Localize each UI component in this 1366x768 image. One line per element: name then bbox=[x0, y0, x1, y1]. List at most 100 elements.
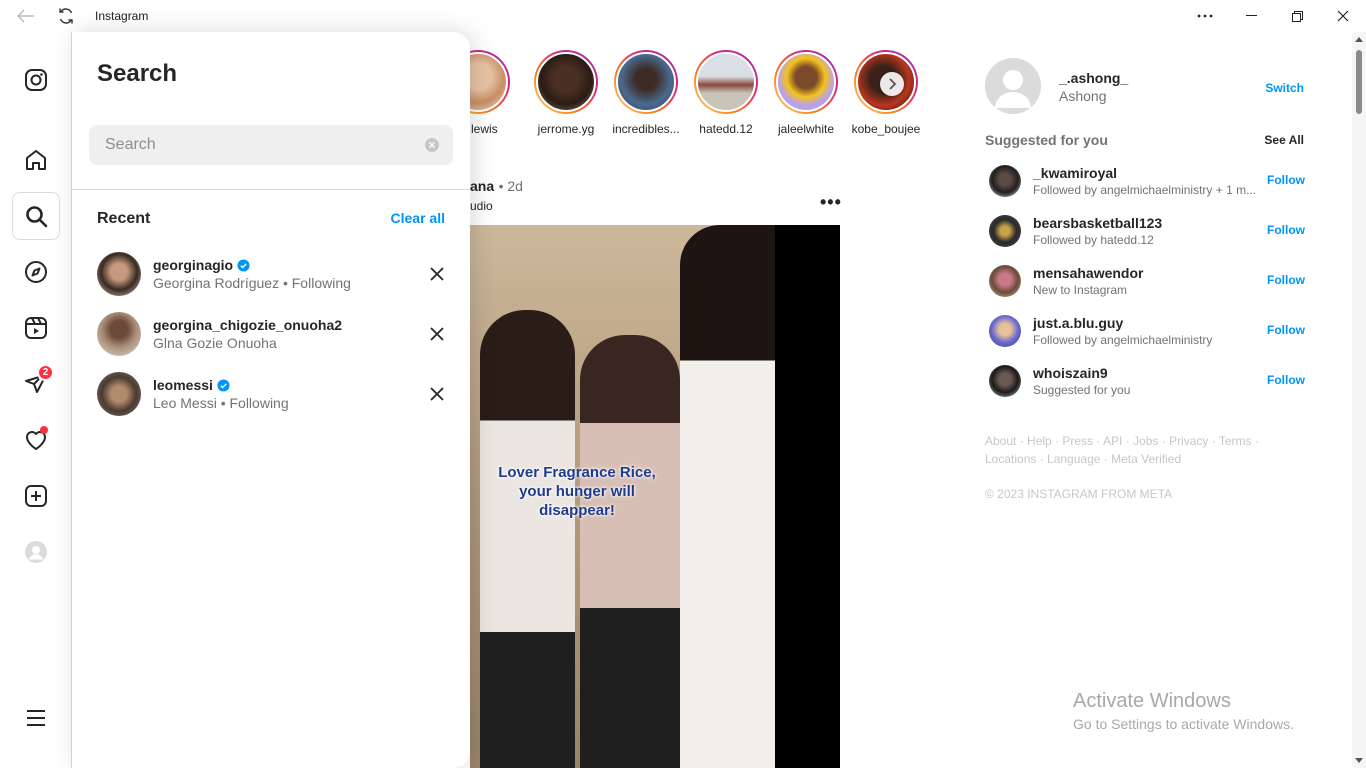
search-panel-title: Search bbox=[97, 60, 178, 87]
nav-reels[interactable] bbox=[12, 304, 60, 352]
recent-subtitle: Glna Gozie Onuoha bbox=[153, 335, 277, 351]
footer-links[interactable]: About · Help · Press · API · Jobs · Priv… bbox=[985, 432, 1305, 468]
story-item[interactable]: jaleelwhite bbox=[768, 50, 844, 136]
suggestion-subtitle: Followed by angelmichaelministry + 1 m..… bbox=[1033, 183, 1257, 197]
instagram-logo-icon bbox=[25, 69, 47, 91]
instagram-logo-button[interactable] bbox=[12, 56, 60, 104]
nav-home[interactable] bbox=[12, 136, 60, 184]
switch-account-button[interactable]: Switch bbox=[1265, 81, 1304, 95]
follow-button[interactable]: Follow bbox=[1267, 273, 1305, 287]
restore-button[interactable] bbox=[1274, 0, 1320, 32]
nav-more[interactable] bbox=[12, 694, 60, 742]
stories-next-button[interactable] bbox=[880, 72, 904, 96]
copyright: © 2023 INSTAGRAM FROM META bbox=[985, 487, 1173, 501]
follow-button[interactable]: Follow bbox=[1267, 223, 1305, 237]
suggestion-username[interactable]: bearsbasketball123 bbox=[1033, 215, 1162, 231]
clear-search-button[interactable] bbox=[425, 138, 439, 152]
person-figure bbox=[680, 225, 775, 768]
follow-button[interactable]: Follow bbox=[1267, 373, 1305, 387]
close-icon bbox=[430, 267, 444, 281]
scroll-up-icon bbox=[1355, 37, 1363, 42]
search-panel: Search Recent Clear all georginagio Geor… bbox=[72, 32, 470, 768]
home-icon bbox=[26, 150, 46, 170]
my-username[interactable]: _.ashong_ bbox=[1059, 70, 1128, 86]
suggestion-subtitle: Followed by hatedd.12 bbox=[1033, 233, 1154, 247]
activate-windows-watermark: Activate Windows Go to Settings to activ… bbox=[1073, 690, 1294, 732]
minimize-icon bbox=[1245, 15, 1257, 16]
remove-recent-button[interactable] bbox=[427, 384, 447, 404]
person-figure bbox=[580, 335, 680, 768]
close-window-button[interactable] bbox=[1320, 0, 1366, 32]
remove-recent-button[interactable] bbox=[427, 324, 447, 344]
suggestion-username[interactable]: just.a.blu.guy bbox=[1033, 315, 1123, 331]
scroll-thumb[interactable] bbox=[1356, 50, 1362, 114]
chevron-right-icon bbox=[889, 78, 897, 90]
clear-all-button[interactable]: Clear all bbox=[391, 210, 445, 226]
window-more-button[interactable] bbox=[1182, 0, 1228, 32]
my-name: Ashong bbox=[1059, 88, 1107, 104]
recent-subtitle: Georgina Rodríguez • Following bbox=[153, 275, 351, 291]
post-video[interactable]: Lover Fragrance Rice, your hunger will d… bbox=[470, 225, 840, 768]
compass-icon bbox=[25, 261, 47, 283]
search-input[interactable] bbox=[89, 125, 453, 165]
recent-search-item[interactable]: georginagio Georgina Rodríguez • Followi… bbox=[97, 252, 447, 296]
nav-explore[interactable] bbox=[12, 248, 60, 296]
refresh-button[interactable] bbox=[56, 6, 76, 26]
follow-button[interactable]: Follow bbox=[1267, 173, 1305, 187]
suggestion-item: mensahawendor New to Instagram Follow bbox=[989, 265, 1305, 297]
follow-button[interactable]: Follow bbox=[1267, 323, 1305, 337]
close-icon bbox=[430, 327, 444, 341]
scroll-down-icon bbox=[1355, 758, 1363, 763]
suggestion-subtitle: Suggested for you bbox=[1033, 383, 1131, 397]
divider bbox=[72, 189, 470, 190]
story-avatar bbox=[616, 52, 676, 112]
story-name: jaleelwhite bbox=[777, 122, 835, 136]
clear-x-icon bbox=[429, 142, 435, 148]
suggestion-item: just.a.blu.guy Followed by angelmichaelm… bbox=[989, 315, 1305, 347]
remove-recent-button[interactable] bbox=[427, 264, 447, 284]
nav-profile[interactable] bbox=[12, 528, 60, 576]
video-caption: Lover Fragrance Rice, your hunger will d… bbox=[498, 464, 656, 519]
window-title: Instagram bbox=[95, 9, 149, 23]
watermark-line-1: Activate Windows bbox=[1073, 690, 1231, 712]
video-letterbox bbox=[770, 225, 840, 768]
post-audio[interactable]: udio bbox=[470, 199, 493, 213]
story-item[interactable]: jerrome.yg bbox=[528, 50, 604, 136]
watermark-line-2: Go to Settings to activate Windows. bbox=[1073, 716, 1294, 732]
post-username[interactable]: ana bbox=[470, 178, 494, 194]
back-button[interactable] bbox=[14, 7, 38, 25]
see-all-button[interactable]: See All bbox=[1264, 133, 1304, 147]
story-item[interactable]: hatedd.12 bbox=[688, 50, 764, 136]
avatar[interactable] bbox=[989, 315, 1021, 347]
refresh-icon bbox=[59, 8, 73, 24]
plus-square-icon bbox=[25, 485, 47, 507]
search-icon bbox=[26, 206, 48, 228]
avatar[interactable] bbox=[989, 265, 1021, 297]
recent-username: georginagio bbox=[153, 257, 234, 273]
verified-badge-icon bbox=[217, 378, 230, 392]
story-avatar bbox=[696, 52, 756, 112]
avatar[interactable] bbox=[989, 215, 1021, 247]
suggestion-subtitle: New to Instagram bbox=[1033, 283, 1128, 297]
avatar[interactable] bbox=[989, 365, 1021, 397]
nav-create[interactable] bbox=[12, 472, 60, 520]
avatar bbox=[97, 312, 141, 356]
nav-notifications[interactable] bbox=[12, 416, 60, 464]
messages-badge: 2 bbox=[37, 364, 54, 381]
suggested-label: Suggested for you bbox=[985, 132, 1108, 148]
my-avatar[interactable] bbox=[985, 58, 1041, 114]
nav-search[interactable] bbox=[12, 192, 60, 240]
suggestion-username[interactable]: mensahawendor bbox=[1033, 265, 1143, 281]
recent-search-item[interactable]: georgina_chigozie_onuoha2 Glna Gozie Onu… bbox=[97, 312, 447, 356]
story-item[interactable]: incredibles... bbox=[608, 50, 684, 136]
scrollbar[interactable] bbox=[1352, 32, 1366, 768]
suggestion-username[interactable]: _kwamiroyal bbox=[1033, 165, 1117, 181]
recent-search-item[interactable]: leomessi Leo Messi • Following bbox=[97, 372, 447, 416]
nav-messages[interactable]: 2 bbox=[12, 360, 60, 408]
default-avatar-icon bbox=[995, 70, 1031, 108]
post-more-button[interactable]: ••• bbox=[820, 192, 842, 213]
avatar[interactable] bbox=[989, 165, 1021, 197]
minimize-button[interactable] bbox=[1228, 0, 1274, 32]
recent-username: georgina_chigozie_onuoha2 bbox=[153, 317, 343, 333]
suggestion-username[interactable]: whoiszain9 bbox=[1033, 365, 1108, 381]
